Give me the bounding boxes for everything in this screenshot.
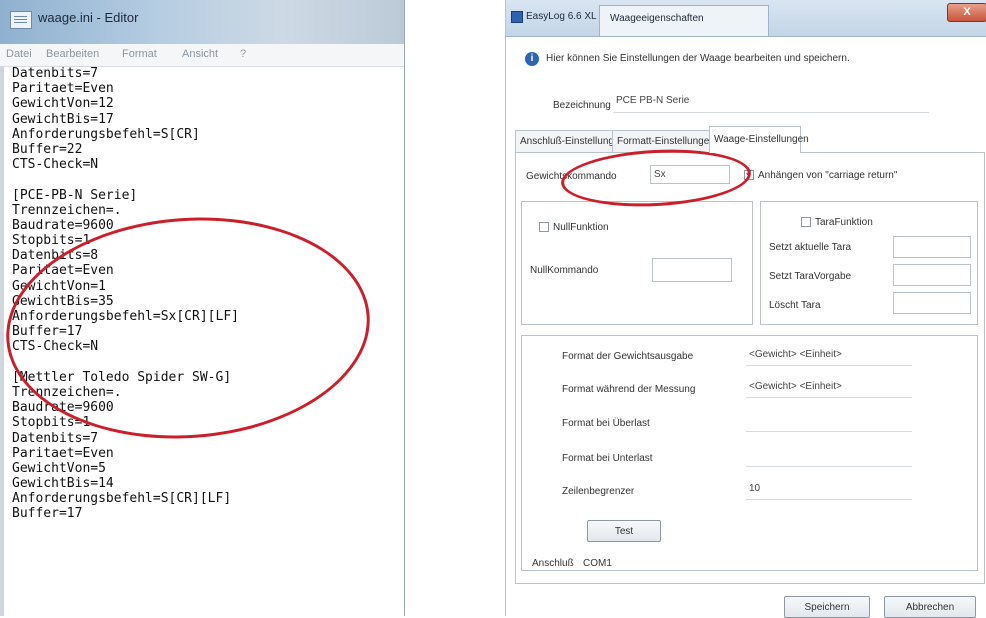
notepad-line[interactable]: Trennzeichen=. xyxy=(12,385,402,400)
notepad-line[interactable] xyxy=(12,172,402,187)
notepad-window: waage.ini - Editor Datei Bearbeiten Form… xyxy=(0,0,405,616)
notepad-title-bar[interactable]: waage.ini - Editor xyxy=(0,0,404,44)
carriage-return-label: Anhängen von "carriage return" xyxy=(758,170,898,181)
format-gewichtsausgabe-label: Format der Gewichtsausgabe xyxy=(562,351,694,362)
tara-aktuell-label: Setzt aktuelle Tara xyxy=(769,242,852,253)
tara-vorgabe-label: Setzt TaraVorgabe xyxy=(769,271,852,282)
tara-aktuell-input[interactable] xyxy=(893,236,971,258)
gewichtskommando-input[interactable]: Sx xyxy=(650,165,730,184)
notepad-line[interactable]: Stopbits=1 xyxy=(12,415,402,430)
zeilenbegrenzer-label: Zeilenbegrenzer xyxy=(562,486,635,497)
anschluss-label: Anschluß xyxy=(532,558,574,569)
bezeichnung-input[interactable]: PCE PB-N Serie xyxy=(613,91,929,113)
notepad-line[interactable]: Datenbits=7 xyxy=(12,431,402,446)
save-button[interactable]: Speichern xyxy=(784,596,870,618)
zeilenbegrenzer-input[interactable]: 10 xyxy=(746,480,912,500)
format-unterlast-input[interactable] xyxy=(746,447,912,467)
notepad-line[interactable]: GewichtVon=12 xyxy=(12,96,402,111)
tarafunktion-checkbox[interactable] xyxy=(801,217,811,227)
notepad-line[interactable]: GewichtBis=35 xyxy=(12,294,402,309)
notepad-line[interactable]: Anforderungsbefehl=S[CR] xyxy=(12,127,402,142)
notepad-line[interactable]: GewichtBis=17 xyxy=(12,112,402,127)
notepad-line[interactable]: CTS-Check=N xyxy=(12,339,402,354)
notepad-line[interactable]: Datenbits=7 xyxy=(12,66,402,81)
menu-bearbeiten[interactable]: Bearbeiten xyxy=(46,48,99,60)
info-icon: i xyxy=(525,52,539,66)
window-title-tab[interactable]: Waageeigenschaften xyxy=(599,5,769,36)
notepad-line[interactable]: Paritaet=Even xyxy=(12,446,402,461)
easylog-app-icon xyxy=(511,11,523,23)
tara-loeschen-label: Löscht Tara xyxy=(769,300,821,311)
info-text: Hier können Sie Einstellungen der Waage … xyxy=(546,53,850,64)
notepad-line[interactable]: Buffer=22 xyxy=(12,142,402,157)
notepad-scroll-edge[interactable] xyxy=(0,66,4,616)
anschluss-value: COM1 xyxy=(583,558,612,569)
notepad-line[interactable]: GewichtVon=5 xyxy=(12,461,402,476)
tab-waage[interactable]: Waage-Einstellungen xyxy=(709,126,809,153)
format-ueberlast-label: Format bei Überlast xyxy=(562,418,650,429)
notepad-title: waage.ini - Editor xyxy=(38,10,139,25)
menu-ansicht[interactable]: Ansicht xyxy=(182,48,218,60)
carriage-return-checkbox[interactable] xyxy=(744,168,754,180)
format-group: Format der Gewichtsausgabe <Gewicht> <Ei… xyxy=(521,335,978,571)
cancel-button[interactable]: Abbrechen xyxy=(884,596,976,618)
notepad-line[interactable]: Baudrate=9600 xyxy=(12,218,402,233)
notepad-line[interactable]: Baudrate=9600 xyxy=(12,400,402,415)
menu-format[interactable]: Format xyxy=(122,48,157,60)
notepad-line[interactable] xyxy=(12,355,402,370)
nullkommando-input[interactable] xyxy=(652,258,732,282)
tab-format[interactable]: Formatt-Einstellungen xyxy=(612,130,715,152)
tarafunktion-label: TaraFunktion xyxy=(815,217,873,228)
format-gewichtsausgabe-input[interactable]: <Gewicht> <Einheit> xyxy=(746,346,912,366)
format-ueberlast-input[interactable] xyxy=(746,412,912,432)
notepad-text-area[interactable]: Datenbits=7 Paritaet=Even GewichtVon=12 Gew… xyxy=(12,66,402,616)
notepad-line[interactable]: Anforderungsbefehl=S[CR][LF] xyxy=(12,491,402,506)
notepad-menu-bar: Datei Bearbeiten Format Ansicht ? xyxy=(0,44,404,67)
notepad-line[interactable]: Anforderungsbefehl=Sx[CR][LF] xyxy=(12,309,402,324)
waage-dialog: EasyLog 6.6 XL Waageeigenschaften X i Hi… xyxy=(505,0,986,618)
dialog-title-bar[interactable]: EasyLog 6.6 XL Waageeigenschaften X xyxy=(506,0,986,37)
window-title: Waageeigenschaften xyxy=(610,13,704,24)
notepad-line[interactable]: Trennzeichen=. xyxy=(12,203,402,218)
format-messung-label: Format während der Messung xyxy=(562,384,696,395)
bezeichnung-label: Bezeichnung xyxy=(553,100,611,111)
notepad-line[interactable]: Buffer=17 xyxy=(12,324,402,339)
notepad-line[interactable]: [PCE-PB-N Serie] xyxy=(12,188,402,203)
tara-vorgabe-input[interactable] xyxy=(893,264,971,286)
notepad-line[interactable]: GewichtVon=1 xyxy=(12,279,402,294)
format-unterlast-label: Format bei Unterlast xyxy=(562,453,653,464)
format-messung-input[interactable]: <Gewicht> <Einheit> xyxy=(746,378,912,398)
nullkommando-label: NullKommando xyxy=(530,265,599,276)
gewichtskommando-label: Gewichtskommando xyxy=(526,171,617,182)
notepad-line[interactable]: [Mettler Toledo Spider SW-G] xyxy=(12,370,402,385)
tara-group: TaraFunktion Setzt aktuelle Tara Setzt T… xyxy=(760,201,978,325)
nullfunktion-label: NullFunktion xyxy=(553,222,609,233)
notepad-app-icon xyxy=(10,11,32,29)
notepad-line[interactable]: Paritaet=Even xyxy=(12,263,402,278)
menu-datei[interactable]: Datei xyxy=(6,48,32,60)
notepad-line[interactable]: Stopbits=1 xyxy=(12,233,402,248)
app-title: EasyLog 6.6 XL xyxy=(526,11,597,22)
notepad-line[interactable]: Datenbits=8 xyxy=(12,248,402,263)
notepad-line[interactable]: Buffer=17 xyxy=(12,506,402,521)
notepad-line[interactable]: CTS-Check=N xyxy=(12,157,402,172)
close-button[interactable]: X xyxy=(947,3,986,22)
notepad-line[interactable]: Paritaet=Even xyxy=(12,81,402,96)
null-group: NullFunktion NullKommando xyxy=(521,201,753,325)
notepad-line[interactable]: GewichtBis=14 xyxy=(12,476,402,491)
nullfunktion-checkbox[interactable] xyxy=(539,222,549,232)
menu-help[interactable]: ? xyxy=(240,48,246,60)
waage-settings-panel: Gewichtskommando Sx Anhängen von "carria… xyxy=(515,152,985,584)
tab-anschluss[interactable]: Anschluß-Einstellungen xyxy=(515,130,625,152)
test-button[interactable]: Test xyxy=(587,520,661,542)
tara-loeschen-input[interactable] xyxy=(893,292,971,314)
